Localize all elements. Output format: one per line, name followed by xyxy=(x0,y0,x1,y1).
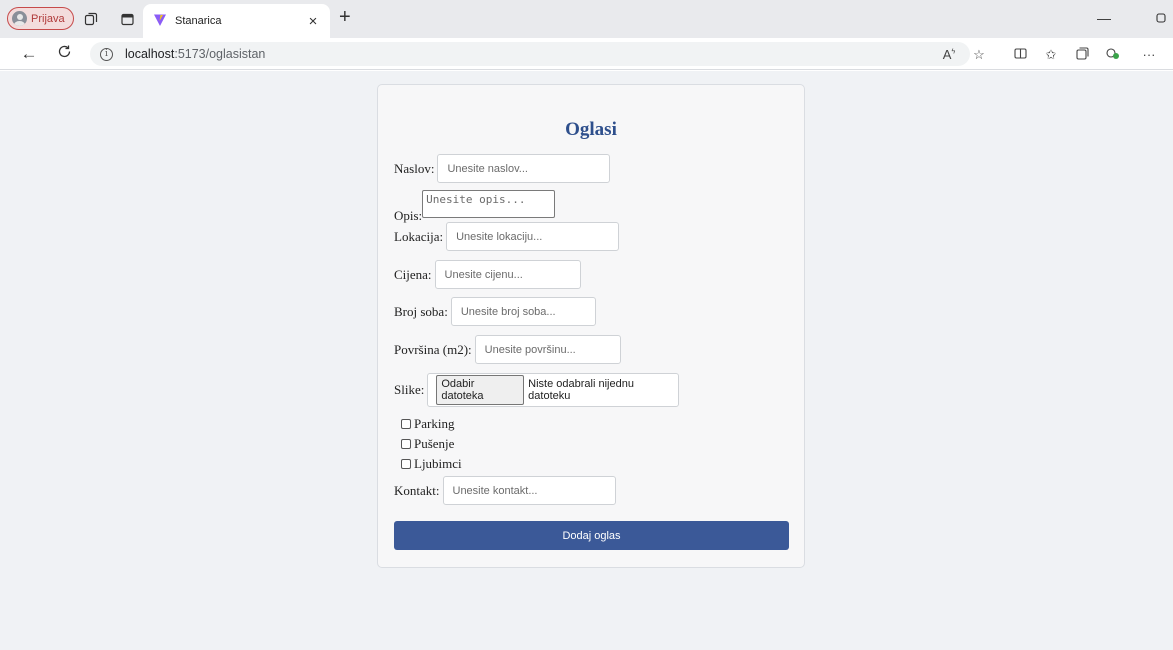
split-screen-icon[interactable] xyxy=(1011,47,1029,63)
lokacija-input[interactable] xyxy=(446,222,620,251)
maximize-icon[interactable] xyxy=(1156,10,1166,26)
workspaces-icon[interactable] xyxy=(82,10,100,28)
naslov-row: Naslov: xyxy=(394,154,611,183)
parking-checkbox-row[interactable]: Parking xyxy=(401,416,454,432)
tab-stanarica[interactable]: Stanarica × xyxy=(143,4,330,38)
tab-actions-icon[interactable] xyxy=(118,10,136,28)
broj-soba-label: Broj soba: xyxy=(394,303,448,319)
url-host: localhost xyxy=(125,47,175,61)
ad-form-card: Oglasi Naslov: Opis: Lokacija: Cijena: B… xyxy=(377,84,805,568)
naslov-input[interactable] xyxy=(437,154,611,183)
ljubimci-checkbox[interactable] xyxy=(401,459,411,469)
slike-label: Slike: xyxy=(394,382,425,397)
povrsina-label: Površina (m2): xyxy=(394,341,472,357)
pusenje-checkbox-row[interactable]: Pušenje xyxy=(401,436,454,452)
ljubimci-label: Ljubimci xyxy=(414,456,462,471)
extension-icon[interactable] xyxy=(1104,47,1122,63)
browser-titlebar: Prijava Stanarica × + — xyxy=(0,0,1173,38)
cijena-label: Cijena: xyxy=(394,266,432,282)
favorites-icon[interactable]: ✩ xyxy=(1042,47,1060,63)
opis-row: Opis: xyxy=(394,190,556,223)
info-icon[interactable]: i xyxy=(100,47,113,61)
profile-button[interactable]: Prijava xyxy=(7,7,74,30)
broj-soba-row: Broj soba: xyxy=(394,297,596,326)
file-status: Niste odabrali nijednu datoteku xyxy=(528,378,634,402)
browser-toolbar: ← i localhost:5173/oglasistan Aϟ ☆ ✩ ··· xyxy=(0,38,1173,70)
avatar-icon xyxy=(12,11,27,26)
choose-files-button[interactable]: Odabir datoteka xyxy=(436,375,525,405)
close-tab-icon[interactable]: × xyxy=(302,13,324,30)
tab-title: Stanarica xyxy=(175,15,222,27)
add-ad-button[interactable]: Dodaj oglas xyxy=(394,521,789,550)
pusenje-checkbox[interactable] xyxy=(401,439,411,449)
cijena-input[interactable] xyxy=(434,260,581,289)
back-arrow-icon[interactable]: ← xyxy=(19,44,39,64)
file-upload[interactable]: Odabir datoteka Niste odabrali nijednu d… xyxy=(427,373,680,407)
lokacija-row: Lokacija: xyxy=(394,222,620,251)
collections-icon[interactable] xyxy=(1073,47,1091,63)
broj-soba-input[interactable] xyxy=(450,297,596,326)
kontakt-row: Kontakt: xyxy=(394,476,616,505)
vite-logo-icon xyxy=(153,13,167,30)
cijena-row: Cijena: xyxy=(394,260,581,289)
kontakt-label: Kontakt: xyxy=(394,482,440,498)
povrsina-row: Površina (m2): xyxy=(394,335,621,364)
minimize-icon[interactable]: — xyxy=(1097,10,1111,26)
page-viewport: Oglasi Naslov: Opis: Lokacija: Cijena: B… xyxy=(0,71,1173,650)
new-tab-icon[interactable]: + xyxy=(339,6,351,29)
url-path: :5173/oglasistan xyxy=(174,47,266,61)
opis-textarea[interactable] xyxy=(422,190,556,218)
parking-label: Parking xyxy=(414,416,455,431)
slike-row: Slike: Odabir datoteka Niste odabrali ni… xyxy=(394,373,680,407)
form-title: Oglasi xyxy=(565,119,617,140)
address-bar[interactable]: i localhost:5173/oglasistan xyxy=(90,42,970,66)
more-options-icon[interactable]: ··· xyxy=(1140,47,1158,62)
read-aloud-icon[interactable]: Aϟ xyxy=(940,47,958,62)
pusenje-label: Pušenje xyxy=(414,436,455,451)
parking-checkbox[interactable] xyxy=(401,419,411,429)
kontakt-input[interactable] xyxy=(442,476,616,505)
profile-label: Prijava xyxy=(31,12,65,25)
ljubimci-checkbox-row[interactable]: Ljubimci xyxy=(401,456,462,472)
naslov-label: Naslov: xyxy=(394,160,435,176)
povrsina-input[interactable] xyxy=(474,335,621,364)
favorite-star-icon[interactable]: ☆ xyxy=(970,47,988,63)
refresh-icon[interactable] xyxy=(54,44,74,64)
lokacija-label: Lokacija: xyxy=(394,228,444,244)
